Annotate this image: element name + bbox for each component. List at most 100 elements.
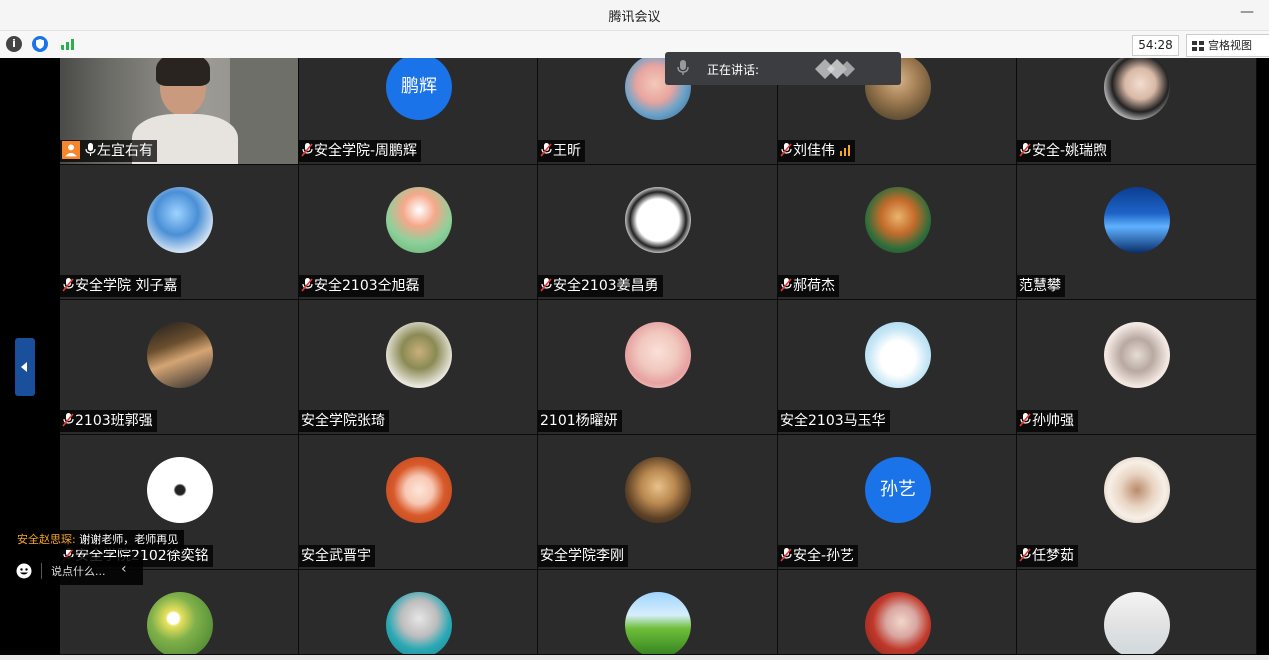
participant-tile[interactable]: 安全学院 刘子嘉	[60, 165, 299, 300]
participant-name-bar: 安全-孙艺	[778, 545, 859, 567]
grid-icon	[1192, 41, 1204, 51]
participant-name: 安全2103仝旭磊	[314, 278, 420, 294]
participant-tile[interactable]: 孙帅强	[1017, 300, 1257, 435]
signal-icon[interactable]	[59, 36, 77, 52]
participant-name: 安全学院张琦	[301, 413, 385, 429]
participant-name-bar: 2103班郭强	[60, 410, 157, 432]
info-icon[interactable]: i	[6, 36, 22, 52]
participant-avatar	[1104, 187, 1170, 253]
participant-tile[interactable]: 安全2103姜昌勇	[538, 165, 778, 300]
participant-name: 安全-孙艺	[793, 548, 855, 564]
participant-avatar	[1104, 457, 1170, 523]
chat-text: 谢谢老师，老师再见	[79, 533, 179, 546]
participant-tile[interactable]: 安全2103仝旭磊	[299, 165, 538, 300]
chat-input-bar: 说点什么... ‹	[8, 557, 143, 585]
participant-tile[interactable]: 2103班郭强	[60, 300, 299, 435]
participant-tile[interactable]: 鹏辉安全学院-周鹏辉	[299, 58, 538, 165]
participant-avatar	[147, 187, 213, 253]
mic-muted-icon	[62, 413, 74, 427]
participant-name-bar: 安全学院李刚	[538, 545, 628, 567]
participant-tile[interactable]: 左宜右有	[60, 58, 299, 165]
participant-avatar	[625, 457, 691, 523]
mic-muted-icon	[780, 143, 792, 157]
mic-muted-icon	[62, 278, 74, 292]
participant-tile[interactable]: 2101杨曜妍	[538, 300, 778, 435]
participant-name: 安全2103马玉华	[780, 413, 886, 429]
participant-avatar	[147, 457, 213, 523]
mic-muted-icon	[301, 278, 313, 292]
tencent-meeting-logo	[815, 59, 855, 79]
participant-tile[interactable]: 任梦茹	[1017, 435, 1257, 570]
participant-tile[interactable]: 郝荷杰	[778, 165, 1017, 300]
microphone-icon	[677, 60, 689, 75]
grid-view-button[interactable]: 宫格视图	[1186, 34, 1269, 57]
collapse-chat-button[interactable]: ‹	[121, 561, 127, 577]
participant-name: 2103班郭强	[75, 413, 153, 429]
participant-tile[interactable]	[778, 570, 1017, 655]
shield-icon[interactable]	[32, 36, 48, 52]
participant-name: 刘佳伟	[793, 143, 835, 159]
participant-tile[interactable]: 安全学院李刚	[538, 435, 778, 570]
participant-name-bar: 安全学院 刘子嘉	[60, 275, 182, 297]
participant-name-bar: 郝荷杰	[778, 275, 839, 297]
participant-name-bar: 孙帅强	[1017, 410, 1078, 432]
microphone-icon	[85, 143, 96, 156]
participant-name: 安全学院-周鹏辉	[314, 143, 418, 159]
participant-avatar	[147, 322, 213, 388]
participant-avatar	[386, 457, 452, 523]
participant-name: 安全武晋宇	[301, 548, 371, 564]
participant-name-bar: 任梦茹	[1017, 545, 1078, 567]
participant-tile[interactable]: 安全学院张琦	[299, 300, 538, 435]
wall-window	[230, 58, 298, 164]
mic-muted-icon	[1019, 413, 1031, 427]
participant-name-bar: 安全2103仝旭磊	[299, 275, 424, 297]
chat-input[interactable]: 说点什么...	[51, 563, 106, 579]
participant-tile[interactable]: 安全武晋宇	[299, 435, 538, 570]
participant-tile[interactable]	[299, 570, 538, 655]
participant-tile[interactable]: 安全-姚瑞煦	[1017, 58, 1257, 165]
mic-muted-icon	[1019, 143, 1031, 157]
mic-muted-icon	[780, 548, 792, 562]
person-hair	[156, 58, 210, 86]
side-panel-toggle[interactable]	[15, 338, 35, 396]
participant-name: 安全学院李刚	[540, 548, 624, 564]
participant-avatar	[1104, 322, 1170, 388]
participant-avatar	[1104, 58, 1170, 120]
window-title: 腾讯会议	[608, 10, 661, 25]
participant-avatar	[625, 322, 691, 388]
participant-name-bar: 安全2103姜昌勇	[538, 275, 663, 297]
participant-avatar	[625, 592, 691, 654]
participant-name-bar: 王昕	[538, 140, 585, 162]
participant-name-bar: 2101杨曜妍	[538, 410, 622, 432]
participant-name-bar: 安全学院-周鹏辉	[299, 140, 422, 162]
participant-avatar	[386, 187, 452, 253]
chat-message: 安全赵思琛: 谢谢老师，老师再见	[8, 530, 185, 550]
participant-tile[interactable]	[538, 570, 778, 655]
grid-view-label: 宫格视图	[1208, 39, 1252, 52]
mic-muted-icon	[780, 278, 792, 292]
participant-name: 安全-姚瑞煦	[1032, 143, 1108, 159]
participant-name-bar: 范慧攀	[1017, 275, 1065, 297]
participant-name-bar: 安全武晋宇	[299, 545, 375, 567]
participant-avatar	[386, 592, 452, 654]
emoji-icon[interactable]	[16, 563, 32, 579]
participant-avatar	[1104, 592, 1170, 654]
mic-muted-icon	[540, 143, 552, 157]
participant-avatar: 鹏辉	[386, 58, 452, 120]
volume-icon	[840, 145, 850, 156]
chevron-left-icon	[21, 362, 27, 372]
participant-tile[interactable]: 安全2103马玉华	[778, 300, 1017, 435]
speaking-indicator: 正在讲话:	[665, 52, 901, 85]
participant-name: 安全2103姜昌勇	[553, 278, 659, 294]
participant-name: 郝荷杰	[793, 278, 835, 294]
participant-tile[interactable]	[1017, 570, 1257, 655]
minimize-button[interactable]: —	[1240, 4, 1254, 20]
participant-name-bar: 刘佳伟	[778, 140, 855, 162]
participant-avatar	[386, 322, 452, 388]
participant-avatar: 孙艺	[865, 457, 931, 523]
participant-tile[interactable]: 孙艺安全-孙艺	[778, 435, 1017, 570]
divider	[41, 563, 42, 579]
participant-avatar	[865, 592, 931, 654]
participant-tile[interactable]: 范慧攀	[1017, 165, 1257, 300]
participant-avatar	[865, 322, 931, 388]
